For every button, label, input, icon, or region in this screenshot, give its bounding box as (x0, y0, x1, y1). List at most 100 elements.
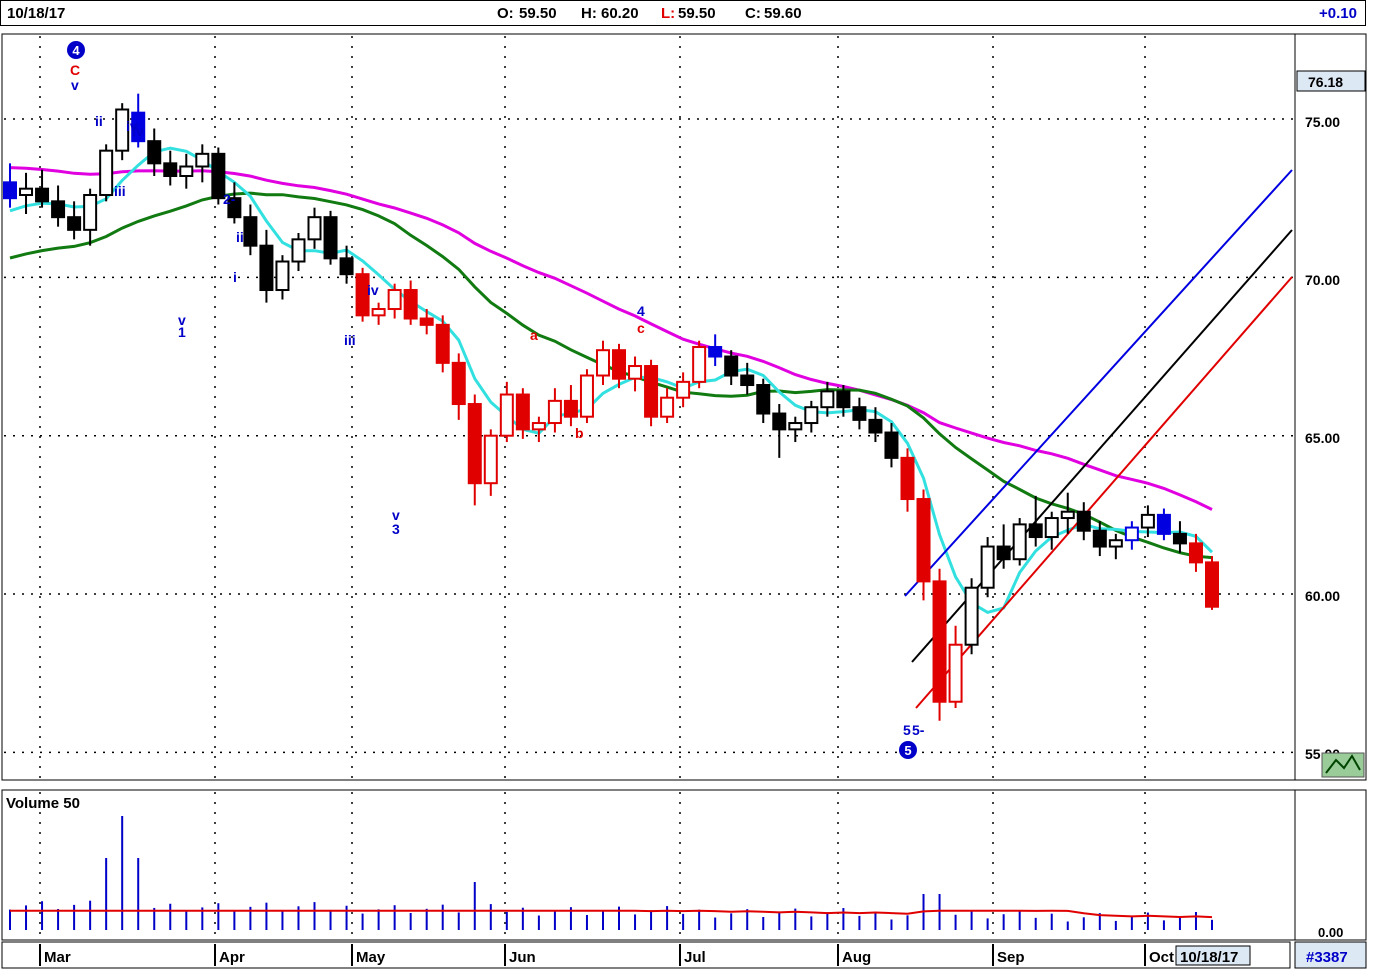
wave-label: ii (236, 229, 244, 245)
chart-id: #3387 (1306, 949, 1348, 966)
candle-body (275, 260, 290, 292)
ytick-65: 65.00 (1305, 430, 1340, 446)
wave-label: 1 (178, 324, 186, 340)
candle-body (499, 393, 514, 437)
date-axis (1, 941, 1291, 969)
wave-label: c (637, 320, 645, 336)
wave-label: 4 (637, 303, 645, 319)
wave-label: iv (126, 118, 138, 134)
candle-body (595, 349, 610, 377)
candle-body (676, 380, 691, 399)
ytick-70: 70.00 (1305, 272, 1340, 288)
candle-body (868, 418, 883, 434)
candle-body (243, 216, 258, 247)
quote-header: 10/18/17 O: 59.50 H: 60.20 L: 59.50 C: 5… (0, 0, 1366, 26)
month-label: Oct (1149, 949, 1174, 966)
month-label: Mar (44, 949, 71, 966)
low-label: L: (661, 5, 676, 22)
candle-body (259, 244, 274, 292)
ytick-75: 75.00 (1305, 114, 1340, 130)
candle-body (387, 289, 402, 311)
candle-body (948, 643, 963, 703)
ytick-60: 60.00 (1305, 588, 1340, 604)
wave-label: 5- (912, 722, 925, 738)
candle-body (35, 187, 50, 203)
wave-label: v (71, 77, 79, 93)
candle-body (1028, 523, 1043, 539)
candle-body (756, 384, 771, 415)
candle-body (820, 390, 835, 409)
open-label: O: (497, 5, 514, 22)
candle-body (147, 140, 162, 165)
month-label: Aug (842, 949, 871, 966)
high-value: 60.20 (601, 5, 639, 22)
volume-title: Volume 50 (6, 795, 80, 812)
wave-label: ii (95, 113, 103, 129)
low-value: 59.50 (678, 5, 716, 22)
candle-body (563, 399, 578, 418)
candle-body (483, 434, 498, 485)
date-box-text: 10/18/17 (1180, 949, 1238, 966)
candle-body (419, 317, 434, 326)
candle-body (1092, 529, 1107, 548)
candle-body (996, 545, 1011, 561)
open-value: 59.50 (519, 5, 557, 22)
candle-body (708, 346, 723, 358)
candle-body (579, 374, 594, 418)
candle-body (1108, 539, 1123, 548)
wave-label: 3 (392, 521, 400, 537)
candle-body (403, 289, 418, 320)
close-label: C: (745, 5, 761, 22)
candle-body (451, 361, 466, 406)
wave-label: iv (367, 282, 379, 298)
candle-body (1140, 513, 1155, 529)
candle-body (19, 187, 34, 197)
candle-body (467, 403, 482, 485)
wave-label: C (70, 62, 80, 78)
candle-body (1172, 532, 1187, 545)
candle-body (644, 365, 659, 418)
candle-body (67, 216, 82, 231)
candle-body (163, 162, 178, 178)
candle-body (932, 580, 947, 703)
candle-body (1124, 526, 1139, 542)
candle-body (1188, 542, 1203, 564)
wave-circle-label: 5 (904, 743, 911, 758)
month-label: May (356, 949, 386, 966)
candle-body (852, 406, 867, 421)
candle-body (900, 456, 915, 501)
candle-body (884, 431, 899, 459)
close-value: 59.60 (764, 5, 802, 22)
candle-body (83, 194, 98, 231)
candle-body (323, 216, 338, 260)
candle-body (1076, 510, 1091, 532)
candle-body (371, 308, 386, 317)
candle-body (724, 355, 739, 377)
high-label: H: (581, 5, 597, 22)
month-label: Jun (509, 949, 536, 966)
candle-body (1156, 513, 1171, 535)
candle-body (1044, 517, 1059, 539)
candle-body (836, 390, 851, 409)
candle-body (612, 349, 627, 380)
wave-label: 5 (903, 722, 911, 738)
month-label: Apr (219, 949, 245, 966)
month-label: Jul (684, 949, 706, 966)
wave-label: 2- (223, 191, 236, 207)
candle-body (195, 152, 210, 168)
candle-body (1012, 523, 1027, 561)
wave-label: iii (344, 332, 356, 348)
candle-body (980, 545, 995, 589)
candle-body (531, 422, 546, 431)
volume-ytick: 0.00 (1318, 925, 1343, 940)
candle-body (307, 216, 322, 241)
candle-body (515, 393, 530, 431)
candle-body (339, 257, 354, 276)
candle-body (179, 165, 194, 178)
wave-label: a (530, 327, 538, 343)
candle-body (291, 238, 306, 263)
price-chart[interactable]: Cviiiviiiiv2-iiiv1iviiiv3ab4c5 5-45 75.00… (0, 26, 1400, 970)
candle-body (1205, 561, 1219, 608)
candle-body (628, 365, 643, 380)
candle-body (804, 406, 819, 425)
